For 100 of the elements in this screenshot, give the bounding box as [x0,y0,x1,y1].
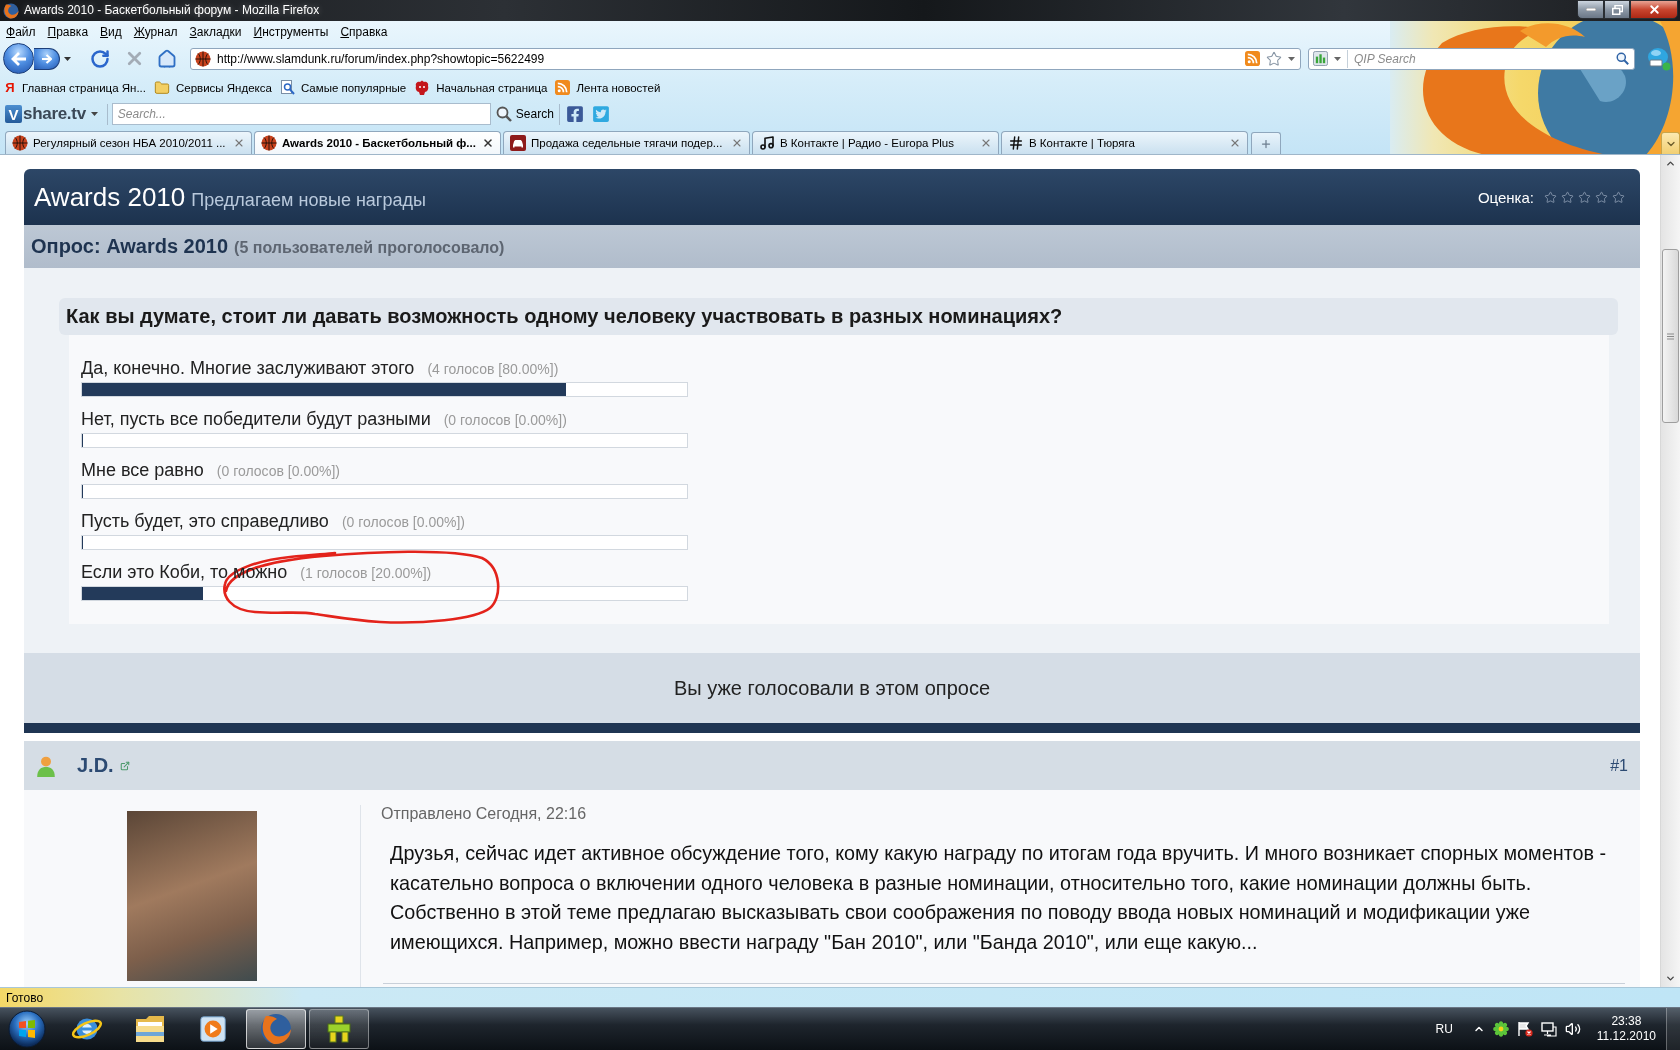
music-note-icon [759,135,775,151]
search-input[interactable]: QIP Search [1354,49,1610,68]
post-text: Друзья, сейчас идет активное обсуждение того, кому какую награду по итогам года вручить. И много возникает спорных моментов - касательно вопроса о включении одного человека в разные номинации, относительно того, какие номинации должны быть. Собственно в этой теме предлагаю высказывать свои соображения по поводу ввода новых номинаций и модификации уже имеющихся. Например, можно ввести награду "Бан 2010", или "Банда 2010", или еще какую... [390,841,1608,955]
flag-icon[interactable] [1516,1021,1533,1037]
tab[interactable]: Регулярный сезон НБА 2010/2011 ... [5,131,252,154]
address-field[interactable]: http://www.slamdunk.ru/forum/index.php?showtopic=5622499 [190,47,1301,70]
post-date: Отправлено Сегодня, 22:16 [381,805,588,823]
menu-item[interactable]: Закладки [183,24,248,39]
user-icon [35,754,57,777]
clock[interactable]: 23:38 11.12.2010 [1596,1014,1656,1044]
menu-item[interactable]: Вид [94,24,128,39]
monitor-icon[interactable] [1540,1021,1557,1037]
star-icon[interactable] [1266,50,1282,67]
menu-item[interactable]: Справка [334,24,394,39]
grip-icon [1667,332,1674,340]
menu-item[interactable]: Файл [0,24,42,39]
option-votes: (0 голосов [0.00%]) [216,463,340,479]
search-button[interactable]: Search [495,106,554,122]
forward-button[interactable] [34,47,60,70]
star-icon[interactable] [1561,190,1574,204]
speaker-icon[interactable] [1564,1021,1581,1037]
cloud-badge-icon[interactable] [1647,46,1671,71]
hash-icon [1008,135,1024,151]
page-search-icon [279,80,295,95]
option-label: Мне все равно [81,460,204,481]
caret-icon[interactable] [90,112,98,116]
taskbar-app-button[interactable] [246,1009,306,1049]
bookmark-link[interactable]: Лента новостей [555,80,661,95]
arrow-right-icon [41,53,52,64]
poll-voters: (5 пользователей проголосовало) [234,239,505,257]
search-icon[interactable] [1616,52,1629,65]
bookmark-link[interactable]: Я Главная страница Ян... [4,80,146,95]
facebook-icon[interactable] [565,105,584,123]
folder-icon [134,1014,166,1044]
close-icon [1647,3,1661,16]
caret-icon[interactable] [1334,56,1341,61]
letter-label: Я [4,80,16,95]
tab[interactable]: Awards 2010 - Баскетбольный ф... [254,131,501,154]
folder-icon [153,79,170,96]
close-button[interactable] [1630,0,1678,19]
logo-text: share.tv [23,104,86,124]
star-icon[interactable] [1578,190,1591,204]
status-text: Готово [6,990,44,1005]
close-icon[interactable] [482,137,494,149]
voted-message: Вы уже голосовали в этом опросе [24,653,1640,723]
option-label: Пусть будет, это справедливо [81,511,329,532]
back-button[interactable] [3,43,34,74]
star-icon[interactable] [1612,190,1625,204]
option-label: Нет, пусть все победители будут разными [81,409,431,430]
rss-icon [1245,51,1260,66]
option-votes: (0 голосов [0.00%]) [443,412,567,428]
minimize-icon [1585,8,1596,11]
caret-down-icon[interactable] [1665,973,1676,984]
post-number[interactable]: #1 [1610,756,1628,775]
basketball-icon [12,135,28,151]
option-votes: (1 голосов [20.00%]) [300,565,432,581]
topic-subtitle: Предлагаем новые награды [191,189,426,211]
rss-icon [555,80,571,95]
tab[interactable]: Продажа седельные тягачи подер... [503,131,750,154]
logo-mark: V [5,105,22,123]
minimize-button[interactable] [1577,0,1604,19]
menu-item[interactable]: Правка [41,24,95,39]
star-icon[interactable] [1595,190,1608,204]
star-icon[interactable] [1544,190,1557,204]
caret-icon [63,56,71,61]
caret-up-icon[interactable] [1665,158,1676,169]
option-label: Да, конечно. Многие заслуживают этого [81,358,415,379]
play-icon [198,1014,228,1044]
option-votes: (4 голосов [80.00%]) [427,361,559,377]
tab[interactable]: В Контакте | Радио - Europa Plus [752,131,999,154]
menu-item[interactable]: Инструменты [247,24,335,39]
show-desktop-button[interactable] [1666,1008,1680,1050]
search-input[interactable]: Search... [111,103,491,125]
reload-icon [90,48,110,69]
flower-icon[interactable] [1492,1021,1509,1037]
tab[interactable]: В Контакте | Тюряга [1001,131,1248,154]
bookmark-link[interactable]: Начальная страница [414,80,548,95]
menu-item[interactable]: Журнал [127,24,184,39]
search-icon[interactable] [495,106,512,122]
fox-globe-icon [3,2,19,19]
car-icon [510,135,526,151]
author-name[interactable]: J.D. [77,754,114,777]
arrow-left-icon [10,51,27,66]
search-field[interactable]: QIP Search [1308,47,1635,70]
topic-title: Awards 2010 [34,181,186,213]
language-indicator[interactable]: RU [1435,1022,1453,1036]
url-input[interactable]: http://www.slamdunk.ru/forum/index.php?showtopic=5622499 [217,49,1239,68]
animal-head-icon [414,80,431,95]
taskbar-app-button[interactable] [309,1009,369,1049]
window-title: Awards 2010 - Баскетбольный форум - Mozilla Firefox [24,2,320,19]
scrollbar-thumb[interactable] [1662,249,1679,423]
poll-question: Как вы думате, стоит ли давать возможность одному человеку участвовать в разных номинациях? [59,298,1618,335]
restore-icon [1611,4,1623,15]
tab-list-button[interactable] [1661,132,1680,154]
bookmark-link[interactable]: Сервисы Яндекса [153,79,272,96]
basketball-icon [261,135,277,151]
restore-button[interactable] [1604,0,1630,19]
bookmark-link[interactable]: Самые популярные [279,80,407,95]
option-votes: (0 голосов [0.00%]) [341,514,465,530]
caret-icon[interactable] [1288,56,1295,61]
